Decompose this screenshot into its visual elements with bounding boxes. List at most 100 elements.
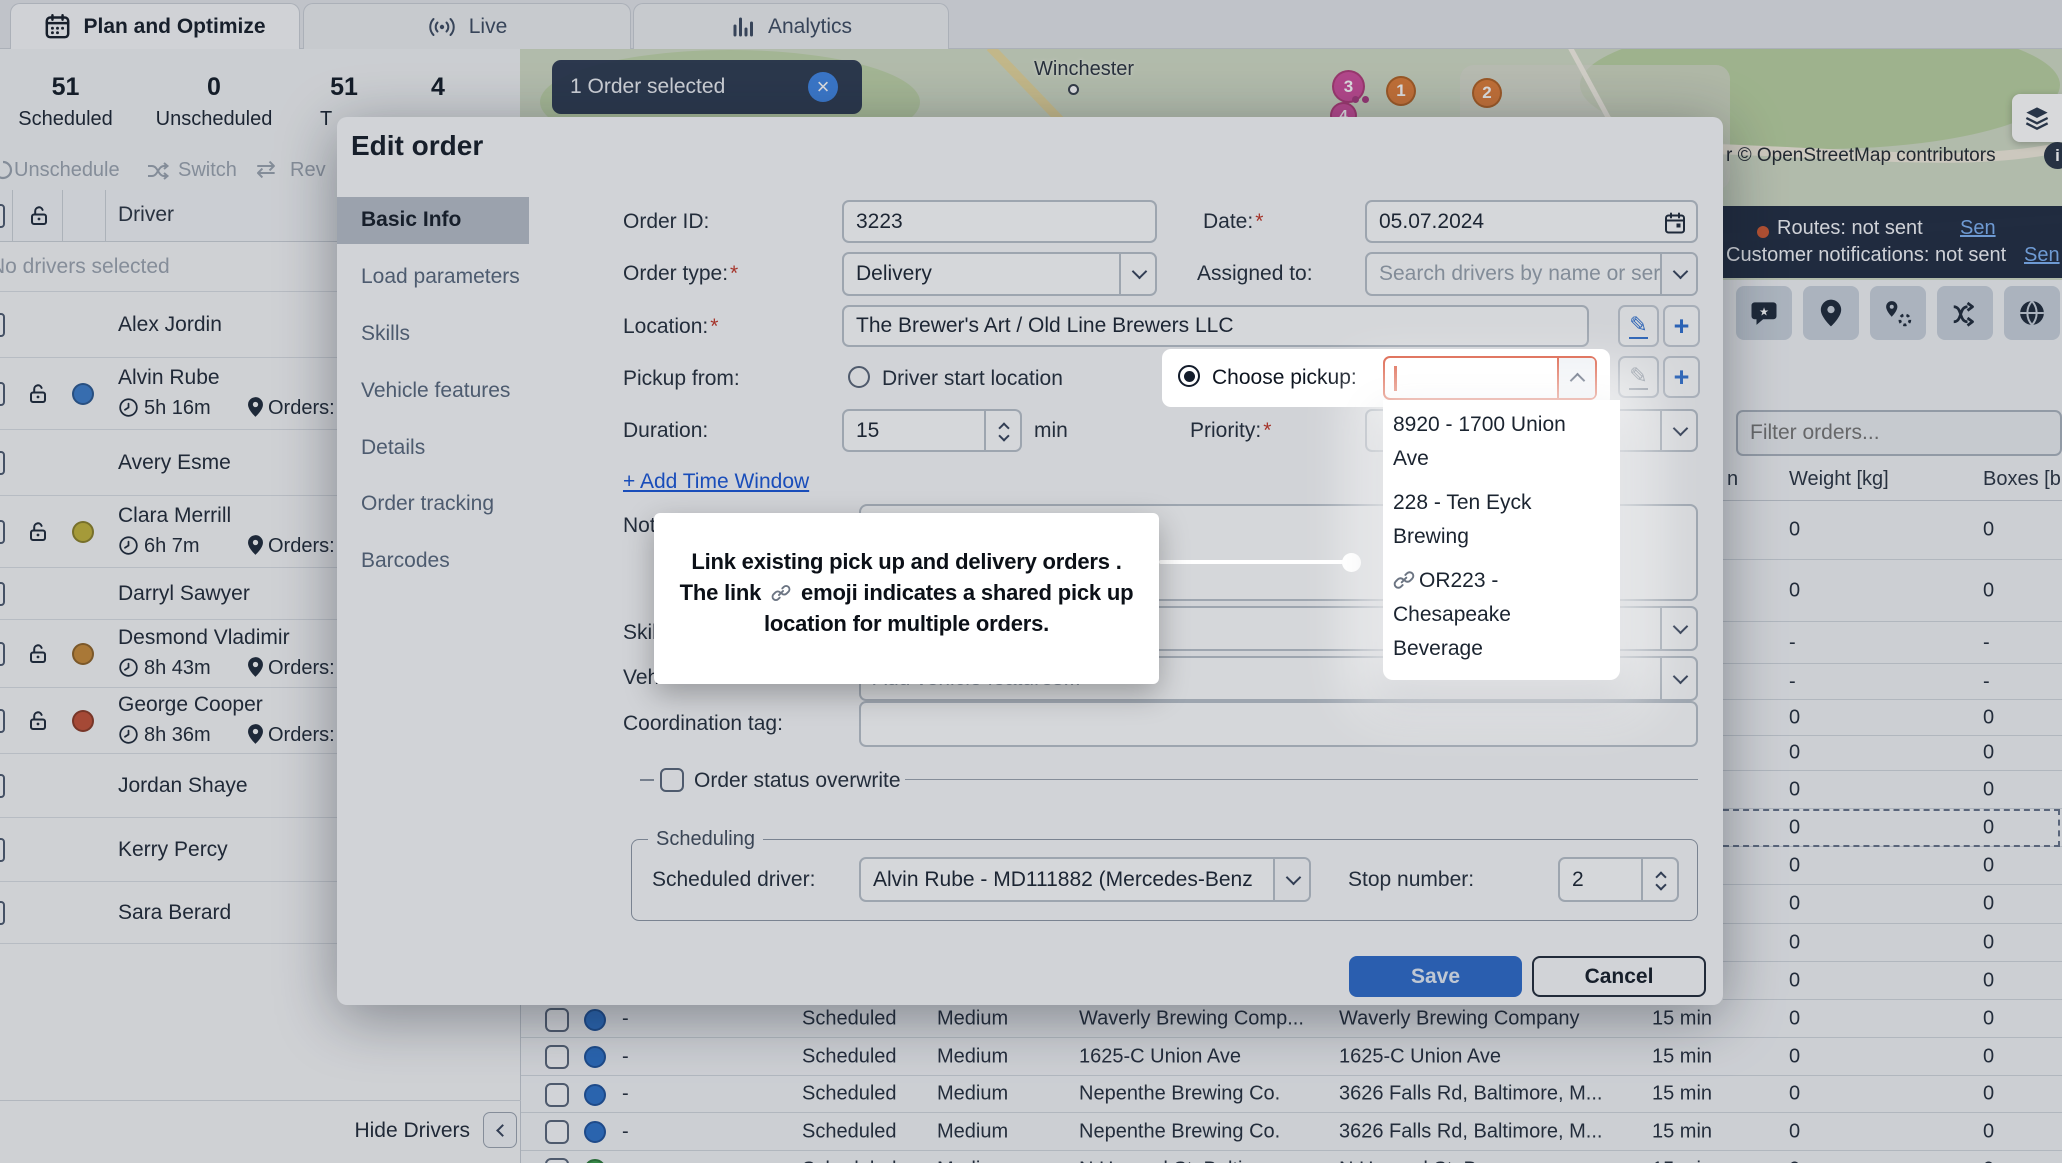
order-row[interactable]: - Scheduled Medium Waverly Brewing Comp.… xyxy=(521,1001,2062,1038)
routes-send-link[interactable]: Sen xyxy=(1960,217,1996,240)
order-row[interactable]: -- xyxy=(1723,622,2062,664)
collapse-drivers-button[interactable] xyxy=(483,1112,517,1148)
lock-open-icon[interactable] xyxy=(26,642,50,671)
row-checkbox-partial[interactable] xyxy=(0,313,5,337)
order-row[interactable]: - Scheduled Medium Nepenthe Brewing Co. … xyxy=(521,1113,2062,1151)
stepper[interactable] xyxy=(984,409,1022,452)
map-layers-button[interactable] xyxy=(2012,94,2062,142)
edit-pickup-button-disabled[interactable]: ✎ xyxy=(1618,356,1659,398)
order-row[interactable]: 00 xyxy=(1723,924,2062,962)
order-status-overwrite-label[interactable]: Order status overwrite xyxy=(694,769,901,793)
order-row[interactable]: 00 xyxy=(1723,771,2062,809)
driver-start-location-option[interactable]: Driver start location xyxy=(882,367,1063,391)
calendar-icon[interactable] xyxy=(1663,211,1687,241)
pickup-option[interactable]: 228 - Ten Eyck Brewing xyxy=(1383,482,1620,560)
row-checkbox[interactable] xyxy=(545,1083,569,1107)
hide-drivers-label[interactable]: Hide Drivers xyxy=(340,1119,470,1143)
choose-pickup-radio[interactable] xyxy=(1178,365,1200,387)
order-row[interactable]: 00 xyxy=(1723,560,2062,622)
routes-button[interactable] xyxy=(1937,286,1993,340)
row-checkbox[interactable] xyxy=(545,1120,569,1144)
edit-location-button[interactable]: ✎ xyxy=(1618,305,1659,347)
map-marker-1[interactable]: 1 xyxy=(1386,76,1416,106)
coordination-tag-input[interactable] xyxy=(859,701,1698,747)
order-row[interactable]: 00 xyxy=(1723,847,2062,885)
lock-open-icon[interactable] xyxy=(27,204,51,233)
filter-orders-input[interactable] xyxy=(1736,410,2062,456)
date-input[interactable]: 05.07.2024 xyxy=(1365,200,1698,243)
modal-tab-skills[interactable]: Skills xyxy=(337,322,529,346)
comments-button[interactable]: ★ xyxy=(1736,286,1792,340)
row-checkbox-partial[interactable] xyxy=(0,774,5,798)
choose-pickup-combobox[interactable] xyxy=(1383,356,1597,400)
duration-input[interactable]: 15 xyxy=(842,409,1022,452)
modal-tab-basic-info[interactable]: Basic Info xyxy=(337,208,529,232)
tab-analytics[interactable]: Analytics xyxy=(633,3,949,49)
choose-pickup-option[interactable]: Choose pickup: xyxy=(1212,366,1357,390)
driver-start-location-radio[interactable] xyxy=(848,366,870,388)
save-button[interactable]: Save xyxy=(1349,956,1522,997)
switch-button[interactable]: Switch xyxy=(178,159,237,182)
modal-tab-barcodes[interactable]: Barcodes xyxy=(337,549,529,573)
row-checkbox-partial[interactable] xyxy=(0,901,5,925)
lock-open-icon[interactable] xyxy=(26,520,50,549)
drivers-column-header[interactable]: Driver xyxy=(118,203,174,227)
pickup-option-linked[interactable]: OR223 - Chesapeake Beverage xyxy=(1383,560,1620,672)
order-row[interactable]: 00 xyxy=(1723,501,2062,560)
order-row[interactable]: 00 xyxy=(1723,736,2062,771)
row-checkbox-partial[interactable] xyxy=(0,382,5,406)
modal-tab-load-parameters[interactable]: Load parameters xyxy=(337,265,529,289)
app-root: Winchester 3 1 4 2 + r © OpenStreetMap c… xyxy=(0,0,2062,1163)
order-row[interactable]: - Scheduled Medium 1625-C Union Ave 1625… xyxy=(521,1038,2062,1076)
lock-open-icon[interactable] xyxy=(26,709,50,738)
pin-button[interactable] xyxy=(1803,286,1859,340)
order-row[interactable]: 00 xyxy=(1723,885,2062,924)
add-pickup-button[interactable]: + xyxy=(1663,356,1700,398)
cancel-button[interactable]: Cancel xyxy=(1532,956,1706,997)
order-row[interactable]: 00 xyxy=(1723,700,2062,736)
modal-tab-vehicle-features[interactable]: Vehicle features xyxy=(337,379,529,403)
order-row[interactable]: - Scheduled Medium N Howard St, Balti...… xyxy=(521,1151,2062,1163)
stepper[interactable] xyxy=(1641,857,1679,902)
column-header-boxes[interactable]: Boxes [b xyxy=(1983,468,2061,491)
row-checkbox[interactable] xyxy=(545,1158,569,1163)
collapse-options-button[interactable] xyxy=(1557,358,1595,398)
stops-route-button[interactable] xyxy=(1870,286,1926,340)
order-id-input[interactable] xyxy=(842,200,1157,243)
order-type-select[interactable]: Delivery xyxy=(842,252,1157,296)
row-checkbox-partial[interactable] xyxy=(0,520,5,544)
row-checkbox-partial[interactable] xyxy=(0,642,5,666)
row-checkbox-partial[interactable] xyxy=(0,451,5,475)
assigned-to-select[interactable]: Search drivers by name or ser xyxy=(1365,252,1698,296)
map-marker-cluster-3[interactable]: 3 xyxy=(1332,70,1365,103)
customer-send-link[interactable]: Sen xyxy=(2024,244,2060,267)
order-row[interactable]: 00 xyxy=(1723,962,2062,1000)
row-checkbox-partial[interactable] xyxy=(0,582,5,606)
row-checkbox-partial[interactable] xyxy=(0,838,5,862)
order-status: Scheduled xyxy=(802,1008,897,1031)
order-row[interactable]: -- xyxy=(1723,664,2062,700)
map-marker-2[interactable]: 2 xyxy=(1472,78,1502,108)
add-location-button[interactable]: + xyxy=(1663,305,1700,347)
add-time-window-link[interactable]: + Add Time Window xyxy=(623,470,809,494)
row-checkbox[interactable] xyxy=(545,1008,569,1032)
stop-number-input[interactable]: 2 xyxy=(1558,857,1679,902)
header-checkbox-partial[interactable] xyxy=(0,204,5,228)
scheduled-driver-select[interactable]: Alvin Rube - MD111882 (Mercedes-Benz xyxy=(859,857,1311,902)
globe-button[interactable] xyxy=(2004,286,2060,340)
pickup-option[interactable]: 8920 - 1700 Union Ave xyxy=(1383,404,1620,482)
order-status-overwrite-checkbox[interactable] xyxy=(660,768,684,792)
unschedule-button[interactable]: Unschedule xyxy=(14,159,120,182)
modal-tab-order-tracking[interactable]: Order tracking xyxy=(337,492,529,516)
banner-close-button[interactable]: × xyxy=(808,72,838,102)
row-checkbox-partial[interactable] xyxy=(0,709,5,733)
row-checkbox[interactable] xyxy=(545,1045,569,1069)
modal-tab-details[interactable]: Details xyxy=(337,436,529,460)
reverse-button[interactable]: Rev xyxy=(290,159,326,182)
tab-plan-and-optimize[interactable]: Plan and Optimize xyxy=(10,3,300,49)
location-input[interactable] xyxy=(842,305,1589,347)
column-header-weight[interactable]: Weight [kg] xyxy=(1789,468,1889,491)
order-row[interactable]: - Scheduled Medium Nepenthe Brewing Co. … xyxy=(521,1076,2062,1113)
lock-open-icon[interactable] xyxy=(26,382,50,411)
tab-live[interactable]: Live xyxy=(303,3,631,49)
